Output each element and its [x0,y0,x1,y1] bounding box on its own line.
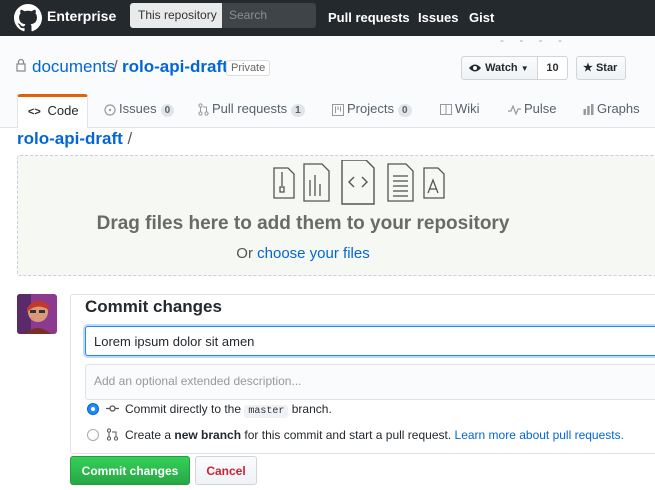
repo-path-separator: / [113,57,118,76]
lock-icon [16,58,26,72]
tab-code[interactable]: <> Code [17,94,88,128]
breadcrumb-separator: / [127,129,133,148]
nav-pull-requests[interactable]: Pull requests [328,10,410,25]
tab-issues-count: 0 [160,104,175,117]
cancel-button[interactable]: Cancel [195,456,257,485]
dropzone-title: Drag files here to add them to your repo… [96,213,510,234]
repo-name-link[interactable]: rolo-api-draft [122,57,228,77]
tab-pull-requests-count: 1 [291,104,305,117]
star-icon: ★ [583,62,593,74]
dropzone-prefix: Or [236,245,258,262]
commit-direct-prefix: Commit directly to the [125,402,242,416]
tab-wiki-label: Wiki [455,101,480,116]
eye-icon [469,64,481,72]
tab-projects-count: 0 [397,104,412,117]
graph-icon [583,104,594,116]
repo-owner-link[interactable]: documents [32,57,115,77]
code-file-icon [341,160,375,205]
commit-direct-suffix: branch. [291,402,332,416]
github-logo-icon[interactable] [14,4,42,32]
choose-files-link[interactable]: choose your files [257,245,370,262]
file-dropzone[interactable]: Drag files here to add them to your repo… [17,155,655,276]
tab-pull-requests-label: Pull requests [212,101,288,116]
tab-issues[interactable]: Issues 0 [104,94,175,128]
repository-header: documents / rolo-api-draft Private Watch… [0,36,655,128]
breadcrumb: rolo-api-draft / [17,129,132,149]
book-icon [440,104,452,116]
tab-projects-label: Projects [347,101,394,116]
tab-pulse-label: Pulse [524,101,557,116]
star-label: Star [595,62,618,74]
file-type-icons [273,160,445,205]
commit-description-input[interactable] [85,364,655,400]
tab-wiki[interactable]: Wiki [440,94,480,128]
new-branch-bold: new branch [174,428,242,442]
new-branch-text: Create a new branch for this commit and … [125,428,624,442]
top-navigation-bar: Enterprise This repository Pull requests… [0,0,655,36]
watch-button[interactable]: Watch ▼ [461,56,538,80]
brand-name: Enterprise [47,8,117,24]
watch-label: Watch [485,62,518,74]
commit-direct-option[interactable]: Commit directly to the master branch. [87,402,647,418]
issue-icon [104,103,116,116]
pull-request-icon [198,103,209,116]
commit-changes-button[interactable]: Commit changes [70,456,190,485]
nav-gist[interactable]: Gist [469,10,494,25]
zip-file-icon [273,167,295,199]
commit-direct-radio[interactable] [87,403,99,415]
search-scope-label[interactable]: This repository [130,3,225,28]
branch-name: master [244,405,289,418]
pulse-icon [508,104,521,115]
new-branch-rest: for this commit and start a pull request… [244,428,452,442]
commit-title: Commit changes [85,297,222,316]
star-button[interactable]: ★ Star [576,56,626,80]
new-branch-option[interactable]: Create a new branch for this commit and … [87,428,655,444]
breadcrumb-repo-link[interactable]: rolo-api-draft [17,129,123,148]
search-input[interactable] [222,3,316,28]
new-branch-radio[interactable] [87,429,99,441]
tab-projects[interactable]: Projects 0 [332,94,412,128]
chevron-down-icon: ▼ [520,64,529,73]
dropzone-subtitle: Or choose your files [18,245,588,262]
text-file-icon [387,163,414,202]
project-icon [332,103,344,116]
tab-code-label: Code [47,103,79,118]
tab-graphs[interactable]: Graphs [583,94,640,128]
pdf-file-icon [423,167,445,199]
new-branch-prefix: Create a [125,428,172,442]
learn-more-link[interactable]: Learn more about pull requests. [455,428,624,442]
commit-direct-text: Commit directly to the master branch. [125,402,332,418]
tab-graphs-label: Graphs [597,101,640,116]
code-icon: <> [28,105,41,118]
decorative-dashes: - - - - [500,33,568,47]
user-avatar-image [17,294,57,334]
tab-issues-label: Issues [119,101,157,116]
chart-file-icon [303,163,330,202]
pull-request-icon [106,428,119,441]
watch-count[interactable]: 10 [537,56,568,80]
tab-pull-requests[interactable]: Pull requests 1 [198,94,305,128]
git-commit-icon [106,405,119,412]
private-badge: Private [226,60,271,76]
tab-pulse[interactable]: Pulse [508,94,557,128]
avatar [17,294,57,334]
nav-issues[interactable]: Issues [418,10,458,25]
commit-summary-input[interactable] [85,326,655,356]
